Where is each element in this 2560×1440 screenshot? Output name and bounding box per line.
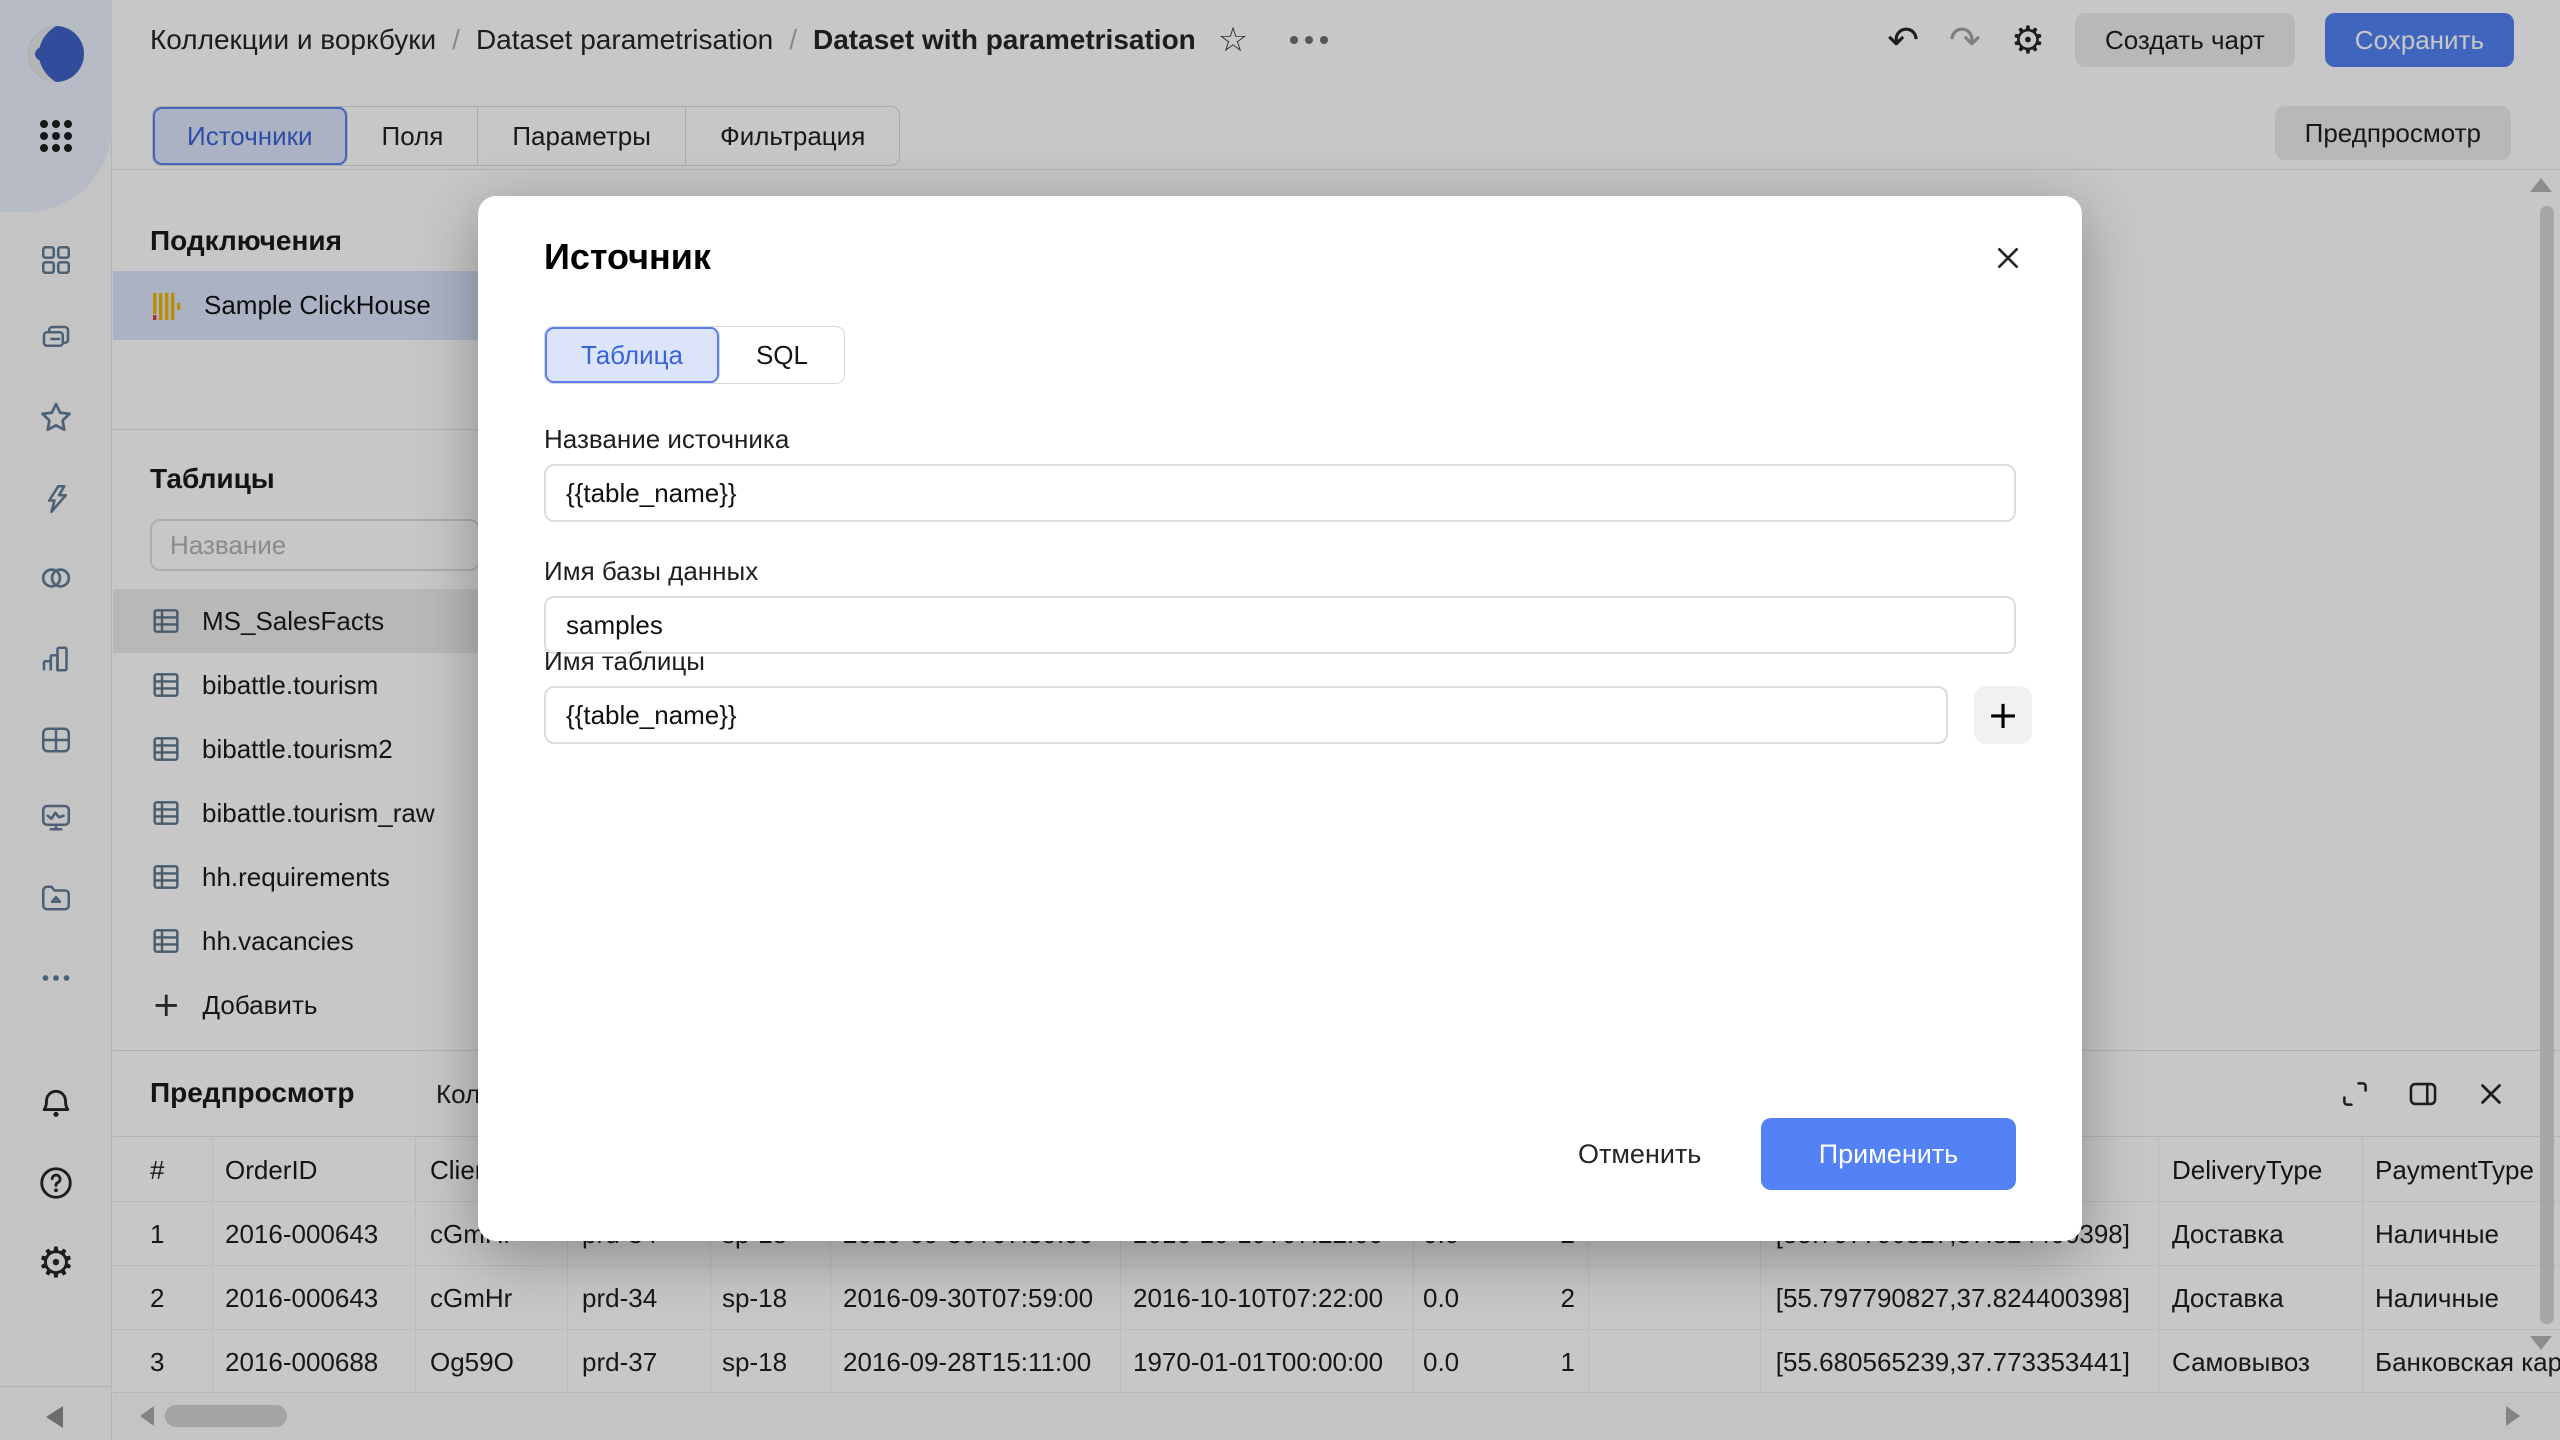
table-name-label: Имя таблицы — [544, 646, 705, 677]
source-type-tabs: Таблица SQL — [544, 326, 845, 384]
tab-table[interactable]: Таблица — [545, 327, 720, 383]
apply-button[interactable]: Применить — [1761, 1118, 2016, 1190]
database-name-input[interactable]: samples — [544, 596, 2016, 654]
source-name-input[interactable]: {{table_name}} — [544, 464, 2016, 522]
add-table-name-button[interactable]: + — [1974, 686, 2032, 744]
table-name-value: {{table_name}} — [566, 700, 737, 731]
tab-sql[interactable]: SQL — [720, 327, 844, 383]
cancel-button[interactable]: Отменить — [1552, 1118, 1727, 1190]
table-name-input[interactable]: {{table_name}} — [544, 686, 1948, 744]
database-name-value: samples — [566, 610, 663, 641]
modal-title: Источник — [544, 236, 711, 278]
database-name-label: Имя базы данных — [544, 556, 758, 587]
source-name-label: Название источника — [544, 424, 789, 455]
app-window: ⚙ Коллекции и воркбуки / Dataset paramet… — [0, 0, 2560, 1440]
source-name-value: {{table_name}} — [566, 478, 737, 509]
source-modal: Источник Таблица SQL Название источника … — [478, 196, 2082, 1241]
modal-close-icon[interactable] — [1986, 236, 2030, 280]
